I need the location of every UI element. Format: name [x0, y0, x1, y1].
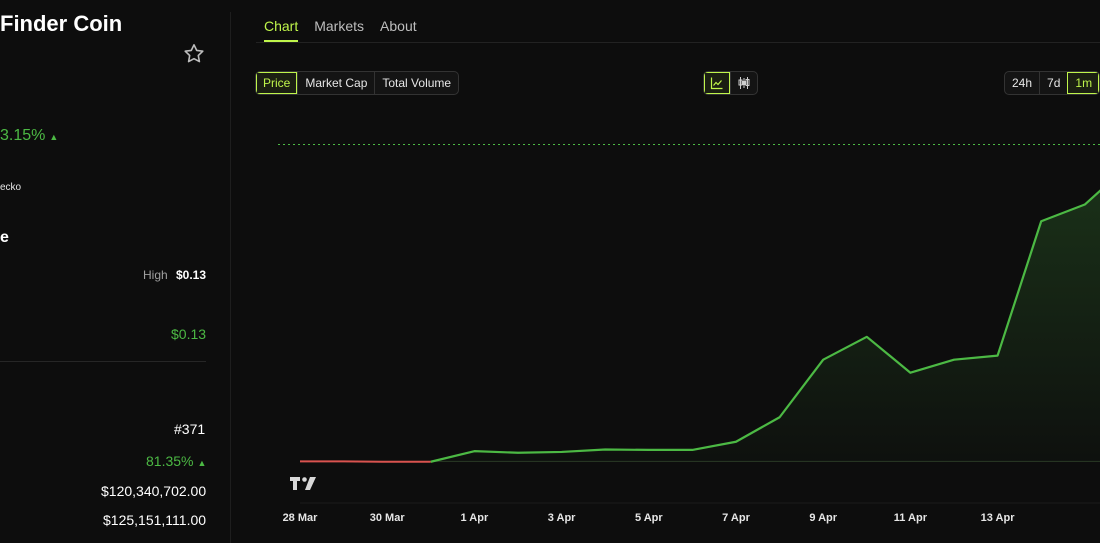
- price-change: 3.15% ▲: [0, 127, 58, 145]
- x-tick-label: 5 Apr: [635, 512, 663, 524]
- line-chart-icon: [710, 77, 723, 90]
- total-volume-button[interactable]: Total Volume: [374, 72, 458, 94]
- candlestick-button[interactable]: [730, 72, 757, 94]
- x-tick-label: 7 Apr: [722, 512, 750, 524]
- range-1m-button[interactable]: 1m: [1067, 72, 1100, 94]
- price-area: [300, 190, 1100, 462]
- tab-bar: Chart Markets About: [264, 18, 417, 42]
- tab-chart[interactable]: Chart: [264, 18, 299, 42]
- line-chart-button[interactable]: [704, 72, 730, 94]
- chart-type-toggle: [703, 71, 758, 95]
- range-24h-button[interactable]: 24h: [1005, 72, 1039, 94]
- range-7d-button[interactable]: 7d: [1039, 72, 1067, 94]
- divider: [0, 361, 206, 362]
- price-button[interactable]: Price: [256, 72, 298, 94]
- metric-toggle: Price Market Cap Total Volume: [255, 71, 460, 95]
- high-value: $0.13: [176, 268, 207, 282]
- x-tick-label: 13 Apr: [981, 512, 1016, 524]
- x-tick-label: 30 Mar: [370, 512, 406, 524]
- fdv-value: $125,151,111.00: [103, 512, 207, 528]
- section-heading: e: [0, 229, 9, 246]
- rank-value: #371: [174, 421, 206, 437]
- price-chart[interactable]: 28 Mar 30 Mar 1 Apr 3 Apr 5 Apr 7 Apr 9 Apr 11 …: [256, 100, 1100, 543]
- x-tick-label: 28 Mar: [283, 512, 319, 524]
- x-tick-label: 3 Apr: [548, 512, 576, 524]
- x-tick-label: 1 Apr: [461, 512, 489, 524]
- low-value: $0.13: [171, 326, 207, 342]
- x-tick-label: 9 Apr: [809, 512, 837, 524]
- up-arrow-icon: ▲: [49, 132, 59, 142]
- range-toggle: 24h 7d 1m: [1004, 71, 1100, 95]
- candlestick-icon: [738, 77, 750, 89]
- tab-markets[interactable]: Markets: [314, 18, 364, 42]
- panel-separator: [230, 12, 231, 543]
- coin-name: Finder Coin: [0, 11, 123, 36]
- market-cap-button[interactable]: Market Cap: [297, 72, 374, 94]
- price-change-value: 3.15%: [0, 127, 46, 144]
- tradingview-logo-icon: [290, 477, 316, 490]
- x-tick-label: 11 Apr: [894, 512, 928, 524]
- percent-stat: 81.35% ▲: [146, 453, 206, 469]
- tab-divider: [256, 42, 1100, 43]
- source-label: ecko: [0, 182, 22, 193]
- up-arrow-icon: ▲: [197, 458, 207, 468]
- market-cap-value: $120,340,702.00: [101, 483, 207, 499]
- star-icon[interactable]: [182, 42, 206, 66]
- tab-about[interactable]: About: [380, 18, 417, 42]
- percent-value: 81.35%: [146, 453, 194, 469]
